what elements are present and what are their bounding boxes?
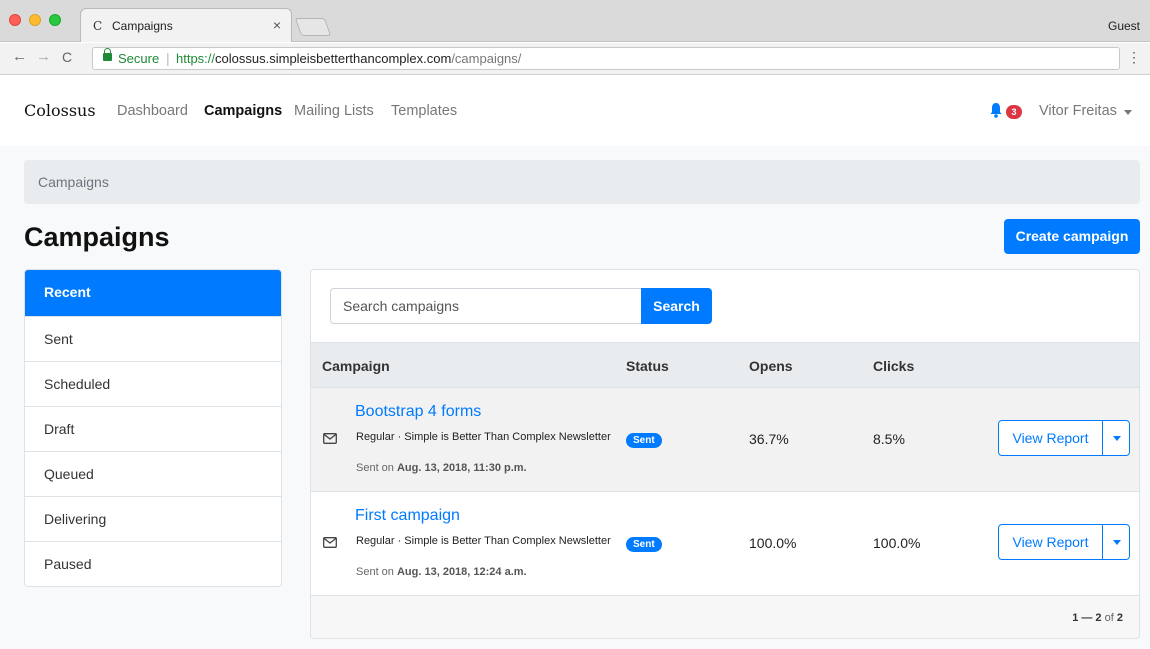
campaign-filter-sidebar: Recent Sent Scheduled Draft Queued Deliv… — [24, 269, 282, 587]
search-button[interactable]: Search — [641, 288, 712, 324]
dropdown-caret-icon[interactable] — [1113, 436, 1121, 441]
clicks-value: 8.5% — [873, 431, 905, 447]
window-close-button[interactable] — [9, 14, 21, 26]
sidebar-item-recent[interactable]: Recent — [25, 270, 281, 316]
dropdown-caret-icon[interactable] — [1113, 540, 1121, 545]
column-header-clicks[interactable]: Clicks — [873, 358, 914, 374]
app-navbar: Colossus Dashboard Campaigns Mailing Lis… — [0, 76, 1150, 146]
url-separator: | — [166, 50, 170, 66]
column-header-status[interactable]: Status — [626, 358, 669, 374]
back-arrow-icon[interactable]: ← — [12, 48, 27, 65]
opens-value: 36.7% — [749, 431, 789, 447]
sent-on-label: Sent on — [356, 566, 394, 578]
sent-date-value: Aug. 13, 2018, 11:30 p.m. — [396, 462, 527, 474]
sidebar-item-draft[interactable]: Draft — [25, 406, 281, 451]
nav-link-mailing-lists[interactable]: Mailing Lists — [294, 103, 374, 119]
browser-tab-bar: C Campaigns × Guest — [0, 0, 1150, 42]
sent-date-value: Aug. 13, 2018, 12:24 a.m. — [396, 566, 527, 578]
create-campaign-button[interactable]: Create campaign — [1004, 219, 1140, 254]
sent-on-label: Sent on — [356, 462, 394, 474]
user-menu[interactable]: Vitor Freitas — [1039, 103, 1117, 119]
tab-title: Campaigns — [112, 19, 173, 33]
view-report-button[interactable]: View Report — [999, 421, 1103, 455]
sidebar-item-delivering[interactable]: Delivering — [25, 496, 281, 541]
page-title: Campaigns — [24, 222, 170, 252]
sidebar-item-scheduled[interactable]: Scheduled — [25, 361, 281, 406]
new-tab-button[interactable] — [294, 18, 332, 36]
view-report-button[interactable]: View Report — [999, 525, 1103, 559]
status-badge: Sent — [626, 433, 662, 448]
table-row: Bootstrap 4 forms Regular · Simple is Be… — [311, 388, 1139, 492]
profile-label[interactable]: Guest — [1108, 19, 1140, 33]
campaign-title-link[interactable]: Bootstrap 4 forms — [355, 403, 481, 421]
bell-icon[interactable] — [989, 102, 1003, 118]
browser-menu-icon[interactable]: ⋮ — [1127, 49, 1141, 66]
sidebar-item-paused[interactable]: Paused — [25, 541, 281, 586]
chevron-down-icon[interactable] — [1124, 110, 1132, 115]
envelope-icon — [323, 537, 337, 548]
lock-icon — [103, 48, 112, 61]
tab-close-icon[interactable]: × — [273, 17, 281, 33]
url-protocol: https:// — [176, 51, 216, 66]
table-footer: 1 — 2 of 2 — [311, 596, 1139, 638]
browser-toolbar: ← → C Secure | https://colossus.simpleis… — [0, 43, 1150, 75]
url-host: colossus.simpleisbetterthancomplex.com — [215, 51, 452, 66]
url-text[interactable]: https://colossus.simpleisbetterthancompl… — [176, 51, 521, 66]
pagination-of-label: of — [1104, 612, 1114, 624]
column-header-opens[interactable]: Opens — [749, 358, 793, 374]
nav-link-templates[interactable]: Templates — [391, 103, 457, 119]
tab-favicon-icon: C — [93, 19, 103, 33]
envelope-icon — [323, 433, 337, 444]
view-report-button-group: View Report — [998, 524, 1130, 560]
clicks-value: 100.0% — [873, 535, 921, 551]
search-input[interactable] — [330, 288, 642, 324]
forward-arrow-icon[interactable]: → — [36, 48, 51, 65]
table-header: Campaign Status Opens Clicks — [311, 342, 1139, 388]
view-report-button-group: View Report — [998, 420, 1130, 456]
nav-link-dashboard[interactable]: Dashboard — [117, 103, 188, 119]
url-path: /campaigns/ — [451, 51, 522, 66]
secure-label: Secure — [118, 51, 160, 66]
pagination-total: 2 — [1116, 612, 1123, 624]
sidebar-item-sent[interactable]: Sent — [25, 316, 281, 361]
opens-value: 100.0% — [749, 535, 797, 551]
table-row: First campaign Regular · Simple is Bette… — [311, 492, 1139, 596]
notification-count-badge: 3 — [1006, 105, 1022, 119]
sidebar-item-queued[interactable]: Queued — [25, 451, 281, 496]
window-maximize-button[interactable] — [49, 14, 61, 26]
window-minimize-button[interactable] — [29, 14, 41, 26]
campaign-meta: Regular · Simple is Better Than Complex … — [356, 535, 611, 547]
campaign-title-link[interactable]: First campaign — [355, 507, 460, 525]
pagination-info: 1 — 2 of 2 — [1072, 612, 1123, 624]
status-badge: Sent — [626, 537, 662, 552]
breadcrumb-item-campaigns: Campaigns — [38, 174, 109, 190]
pagination-range: 1 — 2 — [1072, 612, 1102, 624]
campaign-sent-date: Sent on Aug. 13, 2018, 11:30 p.m. — [356, 462, 527, 474]
browser-tab[interactable]: C Campaigns × — [80, 8, 292, 42]
nav-link-campaigns[interactable]: Campaigns — [204, 103, 282, 119]
campaign-sent-date: Sent on Aug. 13, 2018, 12:24 a.m. — [356, 566, 527, 578]
brand-logo[interactable]: Colossus — [24, 101, 96, 120]
breadcrumb: Campaigns — [24, 160, 1140, 204]
column-header-campaign[interactable]: Campaign — [322, 358, 390, 374]
reload-icon[interactable]: C — [62, 49, 72, 65]
campaigns-card: Search Campaign Status Opens Clicks Boot… — [310, 269, 1140, 639]
address-bar[interactable]: Secure | https://colossus.simpleisbetter… — [92, 47, 1120, 70]
campaign-meta: Regular · Simple is Better Than Complex … — [356, 431, 611, 443]
